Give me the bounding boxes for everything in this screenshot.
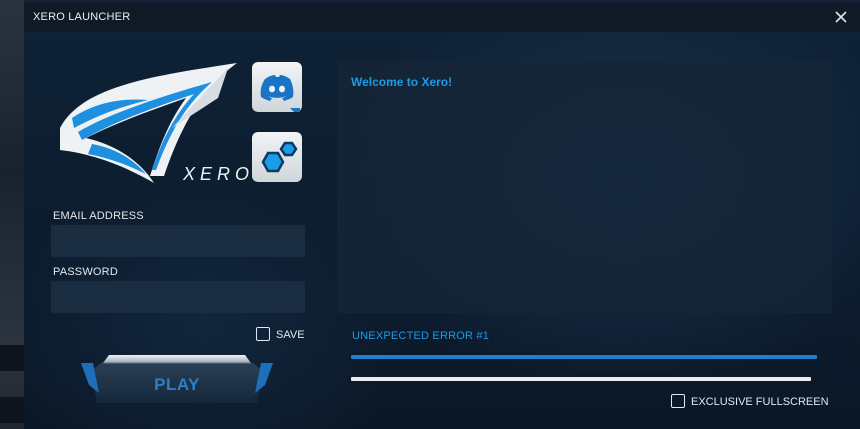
secondary-progress-fill xyxy=(351,377,811,381)
primary-progress-fill xyxy=(351,355,817,359)
hexagons-button[interactable] xyxy=(252,132,302,182)
launcher-window: XERO LAUNCHER XERO EMAIL ADDRESS PASSWOR… xyxy=(24,3,860,429)
xero-logo: XERO xyxy=(52,58,249,193)
background-window-edge xyxy=(0,0,24,429)
password-label: PASSWORD xyxy=(53,266,118,278)
news-message: Welcome to Xero! xyxy=(351,75,453,89)
logo-wordmark: XERO xyxy=(183,164,255,184)
play-button[interactable]: PLAY xyxy=(79,353,275,413)
fullscreen-label[interactable]: EXCLUSIVE FULLSCREEN xyxy=(691,396,829,408)
discord-icon xyxy=(260,75,300,112)
email-field[interactable] xyxy=(51,225,305,257)
status-message: UNEXPECTED ERROR #1 xyxy=(352,330,490,342)
password-field[interactable] xyxy=(51,281,305,313)
play-label: PLAY xyxy=(154,375,200,394)
window-title: XERO LAUNCHER xyxy=(33,11,131,23)
title-bar[interactable]: XERO LAUNCHER xyxy=(24,3,860,32)
discord-button[interactable] xyxy=(252,62,302,112)
primary-progress-bar xyxy=(348,353,820,361)
background-band xyxy=(0,397,24,423)
close-button[interactable] xyxy=(832,8,850,26)
fullscreen-checkbox[interactable] xyxy=(671,394,685,408)
hexagons-icon xyxy=(261,141,298,173)
save-label[interactable]: SAVE xyxy=(276,329,305,341)
save-checkbox[interactable] xyxy=(256,327,270,341)
secondary-progress-bar xyxy=(348,375,820,383)
email-label: EMAIL ADDRESS xyxy=(53,210,144,222)
close-icon xyxy=(835,11,847,23)
background-band xyxy=(0,345,24,371)
news-panel: Welcome to Xero! xyxy=(337,61,832,313)
